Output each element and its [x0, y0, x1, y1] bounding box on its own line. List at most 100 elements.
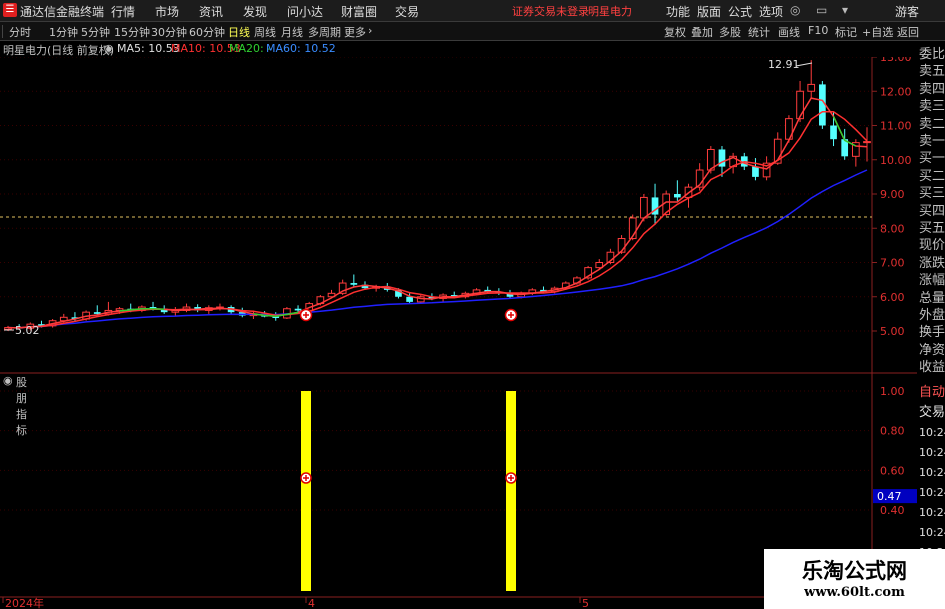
price-tick-label: 12.00	[880, 85, 912, 98]
quote-field-label: 换手	[919, 325, 945, 341]
kline-chart[interactable]: 13.00 12.00 11.00 10.00 9.00 8.00 7.00 6.00 5.00…	[0, 57, 945, 609]
menu-function[interactable]: 功能	[666, 3, 690, 20]
indicator-name: 股朋指标	[16, 376, 27, 437]
price-tick-label: 7.00	[880, 257, 905, 270]
menu-ask[interactable]: 问小达	[287, 3, 323, 20]
chart-title: 明星电力(日线 前复权)	[3, 44, 115, 57]
period-15min[interactable]: 15分钟	[114, 24, 150, 40]
indicator-tick-label: 0.60	[880, 464, 905, 477]
indicator-tick-label: 1.00	[880, 385, 905, 398]
price-tick-label: 11.00	[880, 120, 912, 133]
more-chevron-icon[interactable]: ›	[368, 24, 372, 37]
time-axis: 2024年 4 5	[0, 596, 872, 609]
tool-add-watchlist[interactable]: +自选	[862, 24, 893, 40]
theme-icon[interactable]: ◎	[790, 3, 800, 17]
quote-field-label: 卖二	[919, 116, 945, 132]
low-label: 5.02	[15, 324, 40, 337]
tool-multi-stock[interactable]: 多股	[719, 24, 741, 40]
period-30min[interactable]: 30分钟	[151, 24, 187, 40]
period-60min[interactable]: 60分钟	[189, 24, 225, 40]
tool-draw[interactable]: 画线	[778, 24, 800, 40]
menu-discover[interactable]: 发现	[243, 3, 267, 20]
user-label[interactable]: 游客	[895, 3, 919, 20]
indicator-signal-bar	[506, 391, 516, 591]
quote-field-label: 净资	[919, 342, 945, 358]
period-toolbar: 分时 1分钟 5分钟 15分钟 30分钟 60分钟 日线 周线 月线 多周期 更…	[0, 22, 945, 41]
price-tick-label: 9.00	[880, 188, 905, 201]
ma60-value: MA60: 10.52	[266, 42, 336, 55]
candle-body	[294, 308, 302, 311]
menu-layout[interactable]: 版面	[697, 3, 721, 20]
minimize-icon[interactable]: ▭	[816, 3, 827, 17]
tool-stats[interactable]: 统计	[748, 24, 770, 40]
candle-body	[350, 283, 358, 285]
indicator-tick-label: 0.80	[880, 425, 905, 438]
signal-markers	[299, 308, 518, 322]
price-tick-label: 8.00	[880, 222, 905, 235]
menu-formula[interactable]: 公式	[728, 3, 752, 20]
price-tick-label: 6.00	[880, 291, 905, 304]
candle-body	[807, 83, 816, 92]
tick-time-label: 10:24	[919, 486, 945, 499]
price-tick-label: 10.00	[880, 154, 912, 167]
quote-field-label: 卖三	[919, 99, 945, 115]
candle-body	[752, 166, 759, 177]
menu-market[interactable]: 市场	[155, 3, 179, 20]
site-watermark: 乐淘公式网 www.60lt.com	[764, 549, 945, 609]
quote-field-label: 委比	[919, 47, 945, 62]
menu-news[interactable]: 资讯	[199, 3, 223, 20]
indicator-tick-label: 0.40	[880, 504, 905, 517]
quote-field-label: 卖四	[919, 81, 945, 97]
candle-body	[863, 141, 871, 144]
quote-field-label: 买四	[919, 203, 945, 219]
tick-time-label: 10:24	[919, 466, 945, 479]
watermark-url: www.60lt.com	[804, 585, 905, 600]
settings-icon[interactable]: ◉	[104, 42, 114, 55]
tick-time-label: 交易	[919, 405, 945, 420]
menu-trade[interactable]: 交易	[395, 3, 419, 20]
tool-adjust[interactable]: 复权	[664, 24, 686, 40]
menu-options[interactable]: 选项	[759, 3, 783, 20]
quote-field-label: 涨幅	[919, 273, 945, 289]
period-1min[interactable]: 1分钟	[49, 24, 78, 40]
candle-body	[93, 312, 101, 314]
ma5-line	[7, 97, 868, 329]
indicator-current-value: 0.47	[877, 490, 902, 503]
high-label: 12.91	[768, 58, 800, 71]
tick-time-label: 自动	[919, 385, 945, 400]
tool-overlay[interactable]: 叠加	[691, 24, 713, 40]
candle-body	[406, 296, 413, 302]
current-stock-name: 明星电力	[588, 5, 632, 18]
candlesticks	[4, 60, 871, 331]
tick-time-label: 10:24	[919, 506, 945, 519]
watermark-title: 乐淘公式网	[802, 558, 907, 583]
menu-quotes[interactable]: 行情	[111, 3, 135, 20]
indicator-collapse-icon[interactable]: ◉	[3, 374, 13, 387]
menu-wealth[interactable]: 财富圈	[341, 3, 377, 20]
quote-info-column: 委比 卖五 卖四 卖三 卖二 卖一 买一 买二 买三 买四 买五 现价 涨跌 涨幅 总量 外盘 换手 净资 收益 自动…	[917, 42, 945, 609]
tool-mark[interactable]: 标记	[835, 24, 857, 40]
period-multi[interactable]: 多周期	[308, 24, 341, 40]
period-5min[interactable]: 5分钟	[81, 24, 110, 40]
period-intraday[interactable]: 分时	[9, 24, 31, 40]
price-tick-label: 13.00	[880, 57, 912, 64]
period-weekly[interactable]: 周线	[254, 24, 276, 40]
quote-field-label: 买五	[919, 221, 945, 236]
period-daily[interactable]: 日线	[228, 24, 250, 40]
indicator-signal-bar	[301, 391, 311, 591]
quote-field-label: 涨跌	[919, 255, 945, 271]
tool-back[interactable]: 返回	[897, 24, 919, 40]
tick-time-label: 10:24	[919, 526, 945, 539]
login-warning[interactable]: 证券交易未登录	[512, 3, 589, 19]
app-logo-mark: ☰	[5, 4, 15, 15]
candle-body	[640, 196, 648, 219]
period-more[interactable]: 更多	[344, 24, 366, 40]
dropdown-icon[interactable]: ▾	[842, 3, 848, 17]
quote-field-label: 卖五	[919, 64, 945, 80]
period-monthly[interactable]: 月线	[281, 24, 303, 40]
tick-time-label: 10:24	[919, 446, 945, 459]
quote-field-label: 买一	[919, 151, 945, 167]
tool-f10[interactable]: F10	[808, 24, 828, 37]
candle-body	[796, 90, 804, 120]
toolbar-divider	[2, 25, 3, 38]
